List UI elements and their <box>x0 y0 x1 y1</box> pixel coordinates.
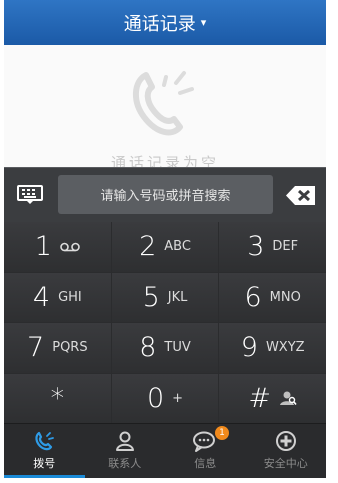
key-7[interactable]: 7 PQRS <box>4 323 111 373</box>
tab-contacts[interactable]: 联系人 <box>85 424 166 478</box>
key-9[interactable]: 9 WXYZ <box>219 323 326 373</box>
voicemail-icon <box>60 242 80 252</box>
dialer-icon <box>35 431 55 451</box>
tab-label: 联系人 <box>108 457 142 470</box>
key-letters: GHI <box>58 289 82 305</box>
key-1[interactable]: 1 <box>4 222 111 272</box>
messages-icon <box>193 431 216 452</box>
empty-state-text: 通话记录为空 <box>110 154 219 167</box>
key-letters: MNO <box>269 289 301 305</box>
key-letters: DEF <box>272 239 299 255</box>
tab-label: 安全中心 <box>263 457 308 470</box>
tab-security-center[interactable]: 安全中心 <box>246 424 327 478</box>
key-2[interactable]: 2 ABC <box>111 222 219 272</box>
dropdown-caret-icon: ▾ <box>200 16 207 29</box>
title-bar[interactable]: 通话记录 ▾ <box>4 0 326 45</box>
key-8[interactable]: 8 TUV <box>111 323 219 373</box>
call-log-empty-area: 通话记录为空 <box>4 45 326 167</box>
key-digit: 5 <box>142 281 160 313</box>
key-5[interactable]: 5 JKL <box>111 272 219 322</box>
key-letters: + <box>172 390 184 406</box>
key-0[interactable]: 0 + <box>111 373 219 423</box>
search-bar: 请输入号码或拼音搜索 <box>4 167 326 222</box>
key-6[interactable]: 6 MNO <box>219 272 326 322</box>
unread-badge: 1 <box>215 426 229 440</box>
key-digit: 0 <box>146 382 165 414</box>
key-digit: 9 <box>240 332 258 364</box>
key-4[interactable]: 4 GHI <box>4 272 111 322</box>
tab-dialer[interactable]: 拨号 <box>4 424 85 478</box>
call-log-empty-icon <box>133 71 194 136</box>
key-digit: 2 <box>139 231 157 263</box>
person-search-icon <box>279 391 297 406</box>
backspace-icon[interactable] <box>285 185 317 206</box>
key-letters: WXYZ <box>265 340 305 356</box>
key-letters: ABC <box>164 239 191 255</box>
keyboard-toggle-button[interactable] <box>15 183 45 207</box>
bottom-tab-bar: 拨号 联系人 1 信息 安全中心 <box>4 423 326 478</box>
key-digit: 8 <box>139 332 157 364</box>
key-digit: # <box>248 382 271 414</box>
key-digit: 1 <box>34 231 52 263</box>
page-title: 通话记录 <box>123 13 196 35</box>
dial-keypad: 1 2 ABC 3 DEF 4 GHI 5 JKL 6 MNO 7 PQRS 8… <box>4 222 326 423</box>
key-digit: 7 <box>27 332 45 364</box>
search-input[interactable]: 请输入号码或拼音搜索 <box>58 175 273 214</box>
key-digit: 3 <box>247 231 265 263</box>
contacts-icon <box>115 431 134 451</box>
key-hash[interactable]: # <box>219 373 326 423</box>
security-center-icon <box>275 431 296 451</box>
tab-label: 拨号 <box>33 457 56 470</box>
key-letters: JKL <box>167 289 188 305</box>
key-letters: TUV <box>164 340 191 356</box>
tab-label: 信息 <box>194 457 217 470</box>
key-digit: * <box>50 382 65 414</box>
keyboard-icon <box>17 185 43 204</box>
key-digit: 4 <box>32 281 51 313</box>
key-digit: 6 <box>244 281 262 313</box>
key-star[interactable]: * <box>4 373 111 423</box>
key-3[interactable]: 3 DEF <box>219 222 326 272</box>
tab-messages[interactable]: 1 信息 <box>165 424 246 478</box>
key-letters: PQRS <box>52 340 88 356</box>
